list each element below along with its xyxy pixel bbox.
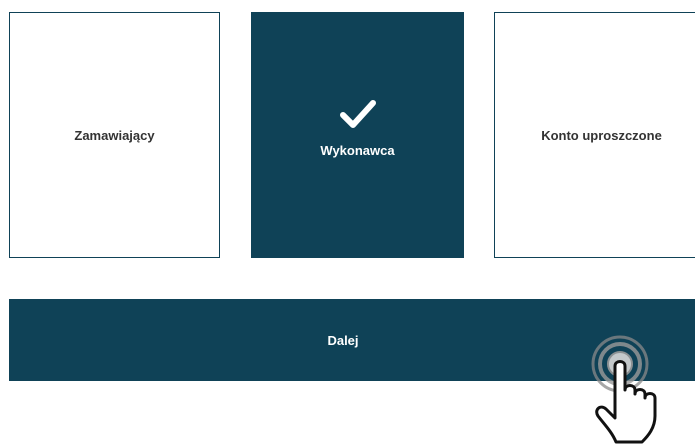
next-button-label: Dalej	[327, 332, 359, 348]
option-card-konto-uproszczone[interactable]: Konto uproszczone	[494, 12, 695, 258]
option-card-wykonawca[interactable]: Wykonawca	[251, 12, 464, 258]
next-button[interactable]: Dalej	[9, 299, 695, 381]
account-type-selector: Zamawiający Wykonawca Konto uproszczone …	[0, 0, 695, 447]
option-label: Wykonawca	[320, 142, 395, 158]
option-card-zamawiajacy[interactable]: Zamawiający	[9, 12, 220, 258]
option-label: Konto uproszczone	[541, 127, 662, 143]
check-icon	[339, 99, 376, 128]
option-label: Zamawiający	[74, 127, 155, 143]
